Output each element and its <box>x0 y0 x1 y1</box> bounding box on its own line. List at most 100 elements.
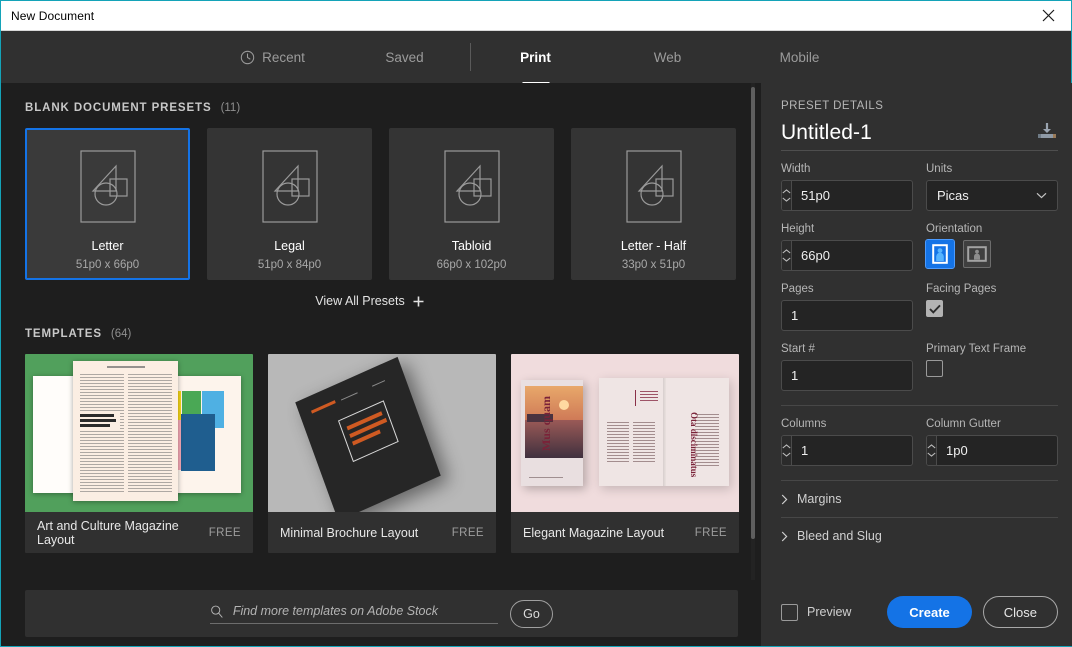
units-label: Units <box>926 163 1058 175</box>
stock-search-input[interactable] <box>233 604 498 618</box>
column-gutter-label: Column Gutter <box>926 418 1058 430</box>
tab-recent-label: Recent <box>262 50 305 65</box>
tab-mobile[interactable]: Mobile <box>752 31 848 83</box>
chevron-up-icon <box>782 444 791 449</box>
thumb-cover-title: Mus quam <box>539 396 554 451</box>
columns-field[interactable] <box>781 435 913 466</box>
view-all-presets-button[interactable]: View All Presets <box>1 294 738 308</box>
preset-dims: 51p0 x 84p0 <box>258 259 321 271</box>
stock-search-go-button[interactable]: Go <box>510 600 553 628</box>
preset-card-tabloid[interactable]: Tabloid 66p0 x 102p0 <box>389 128 554 280</box>
preset-dims: 33p0 x 51p0 <box>622 259 685 271</box>
close-icon <box>1042 9 1055 22</box>
landscape-icon <box>967 246 987 262</box>
column-gutter-input[interactable] <box>937 436 1058 465</box>
template-name: Elegant Magazine Layout <box>523 526 664 540</box>
left-panel-scrollbar[interactable] <box>751 83 755 580</box>
height-field-group: Height <box>781 223 913 271</box>
columns-group: Columns <box>781 418 913 466</box>
height-stepper[interactable] <box>782 241 792 270</box>
tab-print-label: Print <box>520 50 551 65</box>
start-number-label: Start # <box>781 343 913 355</box>
units-field-group: Units Picas <box>926 163 1058 211</box>
column-gutter-field[interactable] <box>926 435 1058 466</box>
start-number-field[interactable] <box>781 360 913 391</box>
presets-section-count: (11) <box>221 102 241 114</box>
template-card-minimal-brochure[interactable]: Minimal Brochure Layout FREE <box>268 354 496 553</box>
facing-pages-checkbox[interactable] <box>926 300 943 317</box>
tab-gap-2 <box>584 31 620 83</box>
chevron-up-icon <box>782 249 791 254</box>
preview-checkbox[interactable] <box>781 604 798 621</box>
margins-label: Margins <box>797 492 841 506</box>
pages-facing-row: Pages Facing Pages <box>781 283 1058 331</box>
column-gutter-group: Column Gutter <box>926 418 1058 466</box>
save-preset-button[interactable] <box>1036 122 1058 145</box>
thumb-swatch-navy <box>181 414 215 471</box>
preset-name: Letter - Half <box>621 239 686 253</box>
left-panel-scrollbar-thumb[interactable] <box>751 87 755 539</box>
start-number-group: Start # <box>781 343 913 391</box>
thumb-spread-title: Ota disciminatus <box>689 412 699 477</box>
height-input[interactable] <box>792 241 913 270</box>
columns-stepper[interactable] <box>782 436 792 465</box>
columns-input[interactable] <box>792 436 913 465</box>
column-gutter-stepper[interactable] <box>927 436 937 465</box>
stock-search-field[interactable] <box>210 604 498 624</box>
tab-bar: Recent Saved Print Web Mobile <box>1 31 1071 83</box>
divider-1 <box>781 405 1058 406</box>
preset-name: Tabloid <box>452 239 492 253</box>
templates-section-count: (64) <box>111 328 131 340</box>
tab-separator <box>470 43 471 71</box>
tab-gap-3 <box>716 31 752 83</box>
template-thumbnail <box>25 354 253 512</box>
chevron-up-icon <box>927 444 936 449</box>
tab-mobile-label: Mobile <box>780 50 820 65</box>
pages-input[interactable] <box>782 301 913 330</box>
tab-web[interactable]: Web <box>620 31 716 83</box>
tab-print[interactable]: Print <box>488 31 584 83</box>
dialog-footer: Preview Create Close <box>761 578 1072 646</box>
units-value: Picas <box>937 188 969 203</box>
pages-field[interactable] <box>781 300 913 331</box>
width-input[interactable] <box>792 181 913 210</box>
orientation-portrait-button[interactable] <box>926 240 954 268</box>
left-scroll-area[interactable]: BLANK DOCUMENT PRESETS (11) Letter 51p0 … <box>1 83 761 582</box>
orientation-label: Orientation <box>926 223 1058 235</box>
save-preset-icon <box>1036 122 1058 140</box>
preview-toggle[interactable]: Preview <box>781 604 851 621</box>
width-label: Width <box>781 163 913 175</box>
search-icon <box>210 604 224 619</box>
stock-search-area: Go <box>1 582 761 646</box>
document-shapes-icon <box>80 150 136 223</box>
orientation-landscape-button[interactable] <box>963 240 991 268</box>
chevron-right-icon <box>781 531 788 542</box>
preset-card-letter-half[interactable]: Letter - Half 33p0 x 51p0 <box>571 128 736 280</box>
window-title: New Document <box>11 9 94 23</box>
template-card-elegant-magazine[interactable]: Mus quam Ota dis <box>511 354 739 553</box>
thumb-cover-photo <box>525 386 583 458</box>
units-select[interactable]: Picas <box>926 180 1058 211</box>
primary-text-frame-checkbox[interactable] <box>926 360 943 377</box>
template-name: Minimal Brochure Layout <box>280 526 418 540</box>
right-panel-spacer <box>781 554 1058 578</box>
window-close-button[interactable] <box>1025 1 1071 30</box>
template-card-art-and-culture[interactable]: Art and Culture Magazine Layout FREE <box>25 354 253 553</box>
width-stepper[interactable] <box>782 181 792 210</box>
close-button[interactable]: Close <box>983 596 1058 628</box>
preset-card-letter[interactable]: Letter 51p0 x 66p0 <box>25 128 190 280</box>
primary-text-frame-group: Primary Text Frame <box>926 343 1058 391</box>
document-name-input[interactable]: Untitled-1 <box>781 121 872 145</box>
template-name: Art and Culture Magazine Layout <box>37 519 209 547</box>
preset-card-legal[interactable]: Legal 51p0 x 84p0 <box>207 128 372 280</box>
pages-field-group: Pages <box>781 283 913 331</box>
document-shapes-icon <box>626 150 682 223</box>
bleed-and-slug-accordion[interactable]: Bleed and Slug <box>781 518 1058 554</box>
height-field[interactable] <box>781 240 913 271</box>
width-field[interactable] <box>781 180 913 211</box>
tab-saved[interactable]: Saved <box>357 31 453 83</box>
margins-accordion[interactable]: Margins <box>781 481 1058 517</box>
start-number-input[interactable] <box>782 361 913 390</box>
create-button[interactable]: Create <box>887 596 971 628</box>
tab-recent[interactable]: Recent <box>225 31 321 83</box>
